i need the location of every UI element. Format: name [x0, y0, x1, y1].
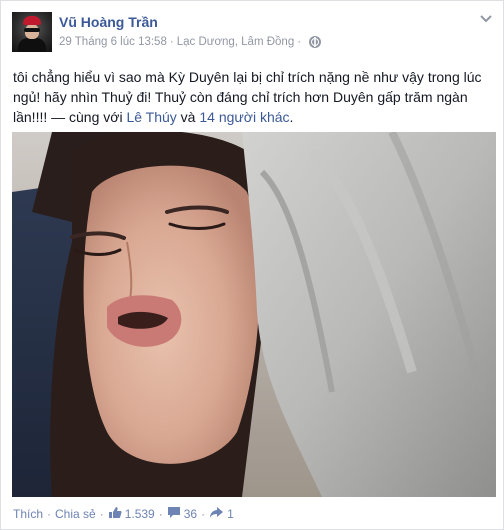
actions-dot: · [47, 507, 52, 521]
chevron-down-icon[interactable] [479, 14, 493, 24]
thumbs-up-icon[interactable] [108, 506, 122, 522]
globe-icon[interactable] [309, 36, 322, 48]
conjunction: và [176, 109, 200, 125]
shares-count[interactable]: 1 [227, 507, 234, 521]
actions-dot: · [201, 507, 206, 521]
post-photo[interactable] [12, 132, 496, 497]
text-end: . [289, 109, 294, 125]
share-arrow-icon[interactable] [209, 506, 224, 522]
likes-count[interactable]: 1.539 [125, 507, 155, 521]
tagged-others-link[interactable]: 14 người khác [199, 109, 289, 125]
post-location[interactable]: Lạc Dương, Lâm Đồng [177, 36, 295, 48]
author-name[interactable]: Vũ Hoàng Trần [59, 14, 158, 30]
avatar[interactable] [12, 12, 52, 52]
post-card: Vũ Hoàng Trần 29 Tháng 6 lúc 13:58 · Lạc… [0, 0, 504, 530]
post-timestamp[interactable]: 29 Tháng 6 lúc 13:58 [59, 36, 167, 48]
post-actions: Thích · Chia sẻ · 1.539 · 36 · 1 [13, 506, 234, 522]
comment-icon[interactable] [167, 506, 181, 522]
meta-separator: · [297, 36, 302, 48]
post-text: tôi chẳng hiểu vì sao mà Kỳ Duyên lại bị… [13, 67, 493, 127]
share-button[interactable]: Chia sẻ [55, 507, 96, 521]
comments-count[interactable]: 36 [184, 507, 197, 521]
actions-dot: · [99, 507, 104, 521]
post-meta: 29 Tháng 6 lúc 13:58 · Lạc Dương, Lâm Đồ… [59, 36, 322, 48]
meta-separator: · [169, 36, 174, 48]
like-button[interactable]: Thích [13, 507, 43, 521]
tagged-person-link[interactable]: Lê Thúy [126, 109, 176, 125]
actions-dot: · [158, 507, 163, 521]
